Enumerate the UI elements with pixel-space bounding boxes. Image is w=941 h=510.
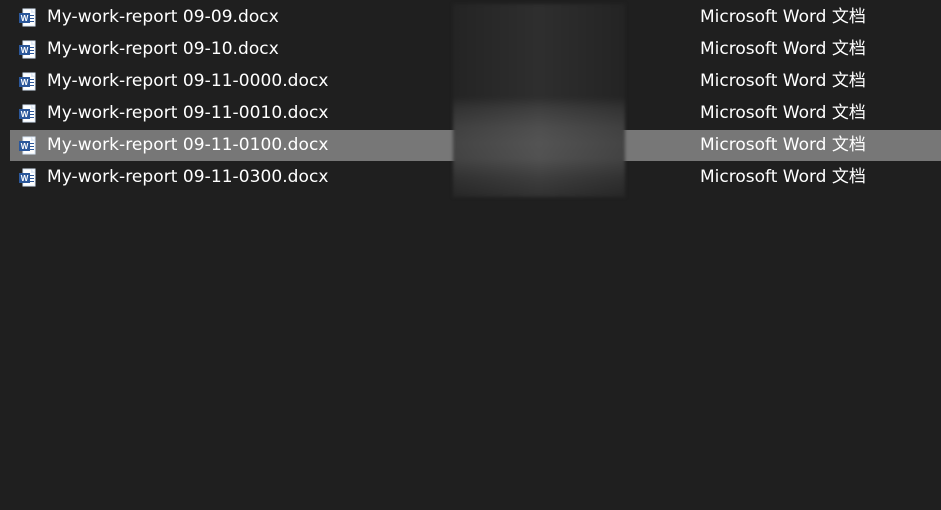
file-name[interactable]: My-work-report 09-11-0300.docx	[47, 162, 328, 193]
file-name[interactable]: My-work-report 09-11-0010.docx	[47, 98, 328, 129]
file-name[interactable]: My-work-report 09-10.docx	[47, 34, 279, 65]
name-cell[interactable]: W My-work-report 09-11-0100.docx	[17, 130, 453, 161]
file-name[interactable]: My-work-report 09-11-0100.docx	[47, 130, 328, 161]
svg-text:W: W	[21, 14, 29, 23]
file-type: Microsoft Word 文档	[700, 135, 866, 155]
file-name[interactable]: My-work-report 09-09.docx	[47, 2, 279, 33]
name-cell[interactable]: W My-work-report 09-10.docx	[17, 34, 453, 65]
word-document-icon: W	[17, 135, 38, 156]
svg-text:W: W	[21, 110, 29, 119]
blurred-redaction	[453, 4, 625, 197]
svg-text:W: W	[21, 142, 29, 151]
file-name[interactable]: My-work-report 09-11-0000.docx	[47, 66, 328, 97]
file-explorer-details-view: W My-work-report 09-09.docx Microsoft Wo…	[0, 0, 941, 510]
word-document-icon: W	[17, 39, 38, 60]
word-document-icon: W	[17, 7, 38, 28]
name-cell[interactable]: W My-work-report 09-11-0000.docx	[17, 66, 453, 97]
word-document-icon: W	[17, 103, 38, 124]
word-document-icon: W	[17, 71, 38, 92]
file-type: Microsoft Word 文档	[700, 71, 866, 91]
file-type: Microsoft Word 文档	[700, 167, 866, 187]
name-cell[interactable]: W My-work-report 09-09.docx	[17, 2, 453, 33]
word-document-icon: W	[17, 167, 38, 188]
file-type: Microsoft Word 文档	[700, 7, 866, 27]
svg-text:W: W	[21, 78, 29, 87]
svg-text:W: W	[21, 46, 29, 55]
file-type: Microsoft Word 文档	[700, 39, 866, 59]
name-cell[interactable]: W My-work-report 09-11-0010.docx	[17, 98, 453, 129]
svg-text:W: W	[21, 174, 29, 183]
file-type: Microsoft Word 文档	[700, 103, 866, 123]
name-cell[interactable]: W My-work-report 09-11-0300.docx	[17, 162, 453, 193]
